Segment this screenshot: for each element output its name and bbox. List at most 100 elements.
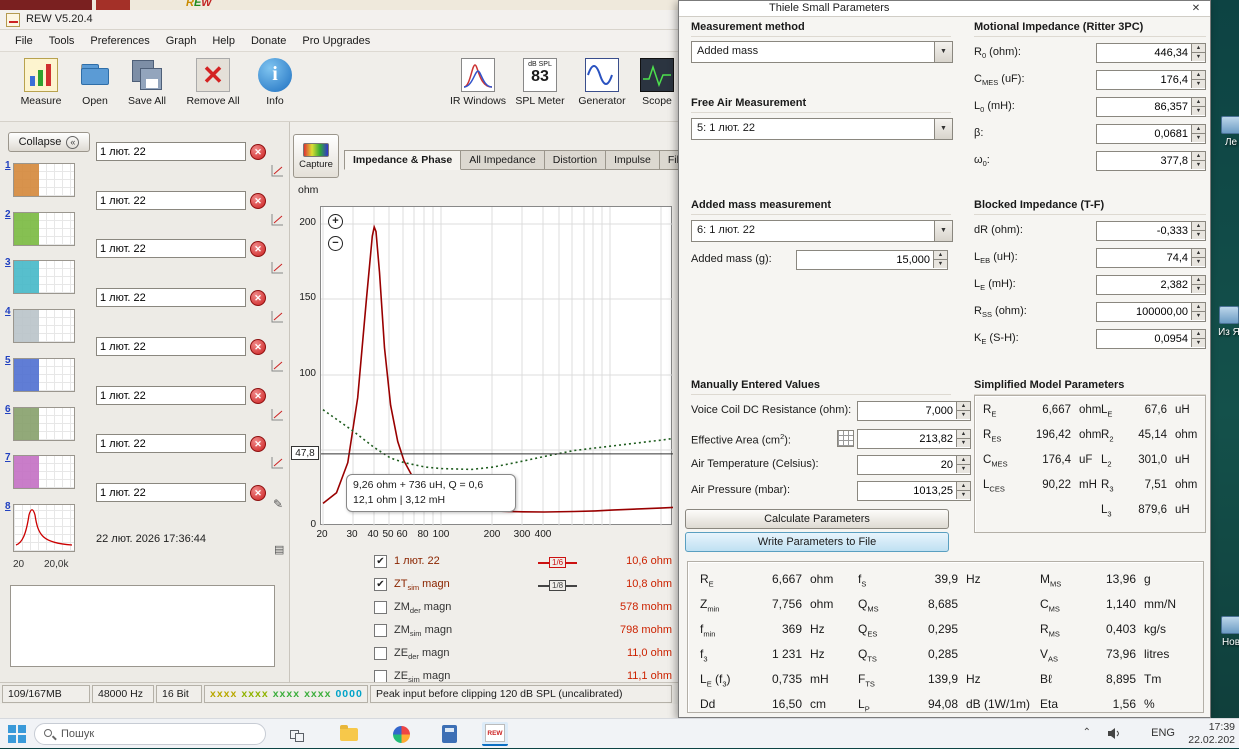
tab-impedance-phase[interactable]: Impedance & Phase — [344, 150, 462, 170]
menu-pro-upgrades[interactable]: Pro Upgrades — [295, 33, 377, 49]
menu-graph[interactable]: Graph — [159, 33, 204, 49]
delete-measurement-button[interactable]: ✕ — [250, 485, 266, 501]
browser-button[interactable] — [388, 722, 414, 746]
tab-all-impedance[interactable]: All Impedance — [461, 150, 545, 170]
legend-checkbox[interactable] — [374, 601, 387, 614]
volume-icon[interactable] — [1107, 727, 1121, 743]
peak-input-status[interactable]: Peak input before clipping 120 dB SPL (u… — [370, 685, 672, 703]
delete-measurement-button[interactable]: ✕ — [250, 144, 266, 160]
cmes-input[interactable] — [1097, 71, 1191, 89]
tab-filtered-ir[interactable]: Filtered IR — [659, 150, 678, 170]
spin-down-button[interactable] — [1191, 79, 1205, 88]
spin-down-button[interactable] — [1191, 133, 1205, 142]
voice-coil-resistance-input[interactable] — [858, 402, 956, 420]
le-input[interactable] — [1097, 276, 1191, 294]
menu-tools[interactable]: Tools — [42, 33, 82, 49]
menu-preferences[interactable]: Preferences — [83, 33, 156, 49]
effective-area-input[interactable] — [858, 430, 956, 448]
save-all-button[interactable]: Save All — [118, 58, 176, 116]
spin-down-button[interactable] — [1191, 311, 1205, 320]
measurement-name-input[interactable] — [96, 288, 246, 307]
delete-measurement-button[interactable]: ✕ — [250, 193, 266, 209]
start-button[interactable] — [8, 725, 26, 743]
measurement-row[interactable]: ✕ 6 — [0, 384, 290, 441]
rew-taskbar-button[interactable]: REW — [482, 722, 508, 746]
spin-down-button[interactable] — [1191, 230, 1205, 239]
measurement-controls-icon[interactable] — [271, 408, 284, 424]
legend-checkbox[interactable] — [374, 578, 387, 591]
spin-down-button[interactable] — [1191, 284, 1205, 293]
dropdown-arrow-icon[interactable] — [934, 221, 952, 241]
taskbar-search[interactable]: Пошук — [34, 723, 266, 745]
calculator-button[interactable] — [436, 722, 462, 746]
spin-down-button[interactable] — [956, 438, 970, 447]
measurement-controls-icon[interactable] — [271, 261, 284, 277]
air-pressure-input[interactable] — [858, 482, 956, 500]
dr-input[interactable] — [1097, 222, 1191, 240]
notes-icon[interactable]: ▤ — [274, 543, 284, 556]
measure-button[interactable]: Measure — [12, 58, 70, 116]
legend-label[interactable]: ZMder magn — [394, 601, 451, 615]
ir-windows-button[interactable]: IR Windows — [446, 58, 510, 116]
measurement-thumbnail[interactable] — [13, 504, 75, 552]
measurement-row[interactable]: ✕ 2 — [0, 189, 290, 246]
measurement-name-input[interactable] — [96, 337, 246, 356]
delete-measurement-button[interactable]: ✕ — [250, 339, 266, 355]
desktop-icon[interactable]: Ле — [1214, 116, 1239, 148]
measurement-name-input[interactable] — [96, 142, 246, 161]
measurement-method-dropdown[interactable]: Added mass — [691, 41, 953, 63]
rss-input[interactable] — [1097, 303, 1191, 321]
desktop-icon[interactable]: Из Я — [1212, 306, 1239, 338]
measurement-notes-box[interactable] — [10, 585, 275, 667]
zoom-in-button[interactable]: + — [328, 214, 343, 229]
spin-down-button[interactable] — [1191, 52, 1205, 61]
measurement-name-input[interactable] — [96, 434, 246, 453]
omega0-input[interactable] — [1097, 152, 1191, 170]
measurement-controls-icon[interactable] — [271, 213, 284, 229]
spin-down-button[interactable] — [956, 464, 970, 473]
tray-expand-icon[interactable]: ⌃ — [1083, 727, 1091, 738]
measurement-controls-icon[interactable] — [271, 164, 284, 180]
info-button[interactable]: i Info — [246, 58, 304, 116]
generator-button[interactable]: Generator — [572, 58, 632, 116]
legend-checkbox[interactable] — [374, 624, 387, 637]
spin-down-button[interactable] — [956, 490, 970, 499]
measurement-controls-icon[interactable] — [271, 359, 284, 375]
open-button[interactable]: Open — [66, 58, 124, 116]
air-temperature-input[interactable] — [858, 456, 956, 474]
rename-pencil-icon[interactable]: ✎ — [273, 497, 283, 511]
free-air-measurement-dropdown[interactable]: 5: 1 лют. 22 — [691, 118, 953, 140]
spin-down-button[interactable] — [1191, 338, 1205, 347]
menu-file[interactable]: File — [8, 33, 40, 49]
added-mass-input[interactable] — [797, 251, 933, 269]
measurement-row[interactable]: ✕ 7 — [0, 432, 290, 489]
measurement-name-input[interactable] — [96, 239, 246, 258]
r0-input[interactable] — [1097, 44, 1191, 62]
scope-button[interactable]: Scope — [634, 58, 680, 116]
measurement-controls-icon[interactable] — [271, 456, 284, 472]
measurement-name-input[interactable] — [96, 386, 246, 405]
title-bar[interactable]: REW V5.20.4 — [0, 10, 679, 30]
language-indicator[interactable]: ENG — [1151, 727, 1175, 739]
menu-donate[interactable]: Donate — [244, 33, 293, 49]
measurement-name-input[interactable] — [96, 483, 246, 502]
remove-all-button[interactable]: ✕ Remove All — [178, 58, 248, 116]
spl-meter-button[interactable]: dB SPL 83 SPL Meter — [510, 58, 570, 116]
ke-input[interactable] — [1097, 330, 1191, 348]
write-parameters-button[interactable]: Write Parameters to File — [685, 532, 949, 552]
capture-button[interactable]: Capture — [293, 134, 339, 178]
zoom-out-button[interactable]: − — [328, 236, 343, 251]
delete-measurement-button[interactable]: ✕ — [250, 388, 266, 404]
menu-help[interactable]: Help — [205, 33, 242, 49]
beta-input[interactable] — [1097, 125, 1191, 143]
spin-down-button[interactable] — [1191, 257, 1205, 266]
added-mass-measurement-dropdown[interactable]: 6: 1 лют. 22 — [691, 220, 953, 242]
measurement-row[interactable]: ✕ 1 — [0, 140, 290, 197]
spin-down-button[interactable] — [1191, 160, 1205, 169]
clock[interactable]: 17:39 22.02.202 — [1179, 721, 1235, 747]
measurement-row[interactable]: ✕ 5 — [0, 335, 290, 392]
spin-down-button[interactable] — [1191, 106, 1205, 115]
task-view-button[interactable] — [284, 722, 310, 746]
legend-checkbox[interactable] — [374, 647, 387, 660]
delete-measurement-button[interactable]: ✕ — [250, 290, 266, 306]
